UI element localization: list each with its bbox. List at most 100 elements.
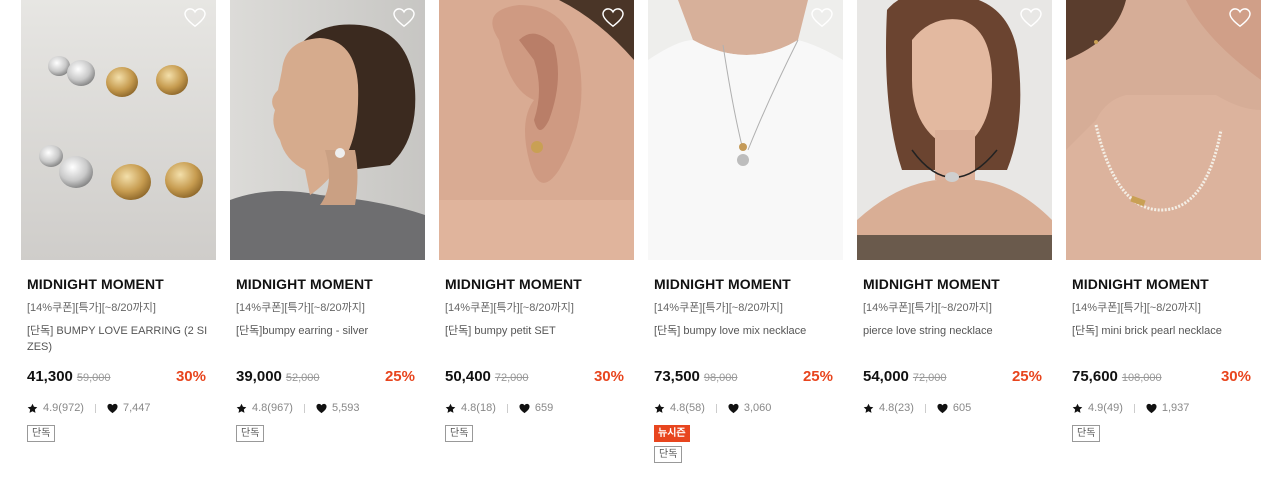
rating-text: 4.8(967)	[252, 402, 293, 414]
product-image[interactable]	[21, 0, 216, 260]
wishlist-heart-icon[interactable]	[1020, 8, 1042, 28]
badge-list: 단독	[1072, 425, 1255, 442]
rating-text: 4.8(58)	[670, 402, 705, 414]
review-meta: 4.8(967) 5,593	[236, 401, 419, 415]
star-icon	[445, 403, 456, 413]
wishlist-heart-icon[interactable]	[1229, 8, 1251, 28]
discount-rate: 25%	[1011, 368, 1042, 385]
rating-text: 4.8(18)	[461, 402, 496, 414]
original-price: 72,000	[494, 372, 529, 384]
brand-name[interactable]: MIDNIGHT MOMENT	[654, 276, 837, 292]
wishlist-heart-icon[interactable]	[602, 8, 624, 28]
product-card[interactable]: MIDNIGHT MOMENT [14%쿠폰][특가][~8/20까지] [단독…	[21, 0, 216, 463]
discount-rate: 25%	[384, 368, 415, 385]
product-image[interactable]	[648, 0, 843, 260]
wishlist-heart-icon[interactable]	[811, 8, 833, 28]
product-image[interactable]	[1066, 0, 1261, 260]
like-count: 605	[952, 402, 972, 414]
product-name[interactable]: pierce love string necklace	[863, 323, 1046, 357]
product-photo-pearl-necklace	[1066, 0, 1261, 260]
original-price: 72,000	[912, 372, 947, 384]
sale-price: 50,400	[445, 368, 491, 385]
product-photo-model-bob	[857, 0, 1052, 260]
price-row: 73,500 98,000 25%	[654, 368, 837, 388]
sale-price: 73,500	[654, 368, 700, 385]
product-photo-ear-closeup	[439, 0, 634, 260]
brand-name[interactable]: MIDNIGHT MOMENT	[236, 276, 419, 292]
promo-text: [14%쿠폰][특가][~8/20까지]	[863, 302, 992, 314]
product-image[interactable]	[439, 0, 634, 260]
like-count: 3,060	[743, 402, 772, 414]
promo-text: [14%쿠폰][특가][~8/20까지]	[654, 302, 783, 314]
product-card[interactable]: MIDNIGHT MOMENT [14%쿠폰][특가][~8/20까지] pie…	[857, 0, 1052, 463]
new-season-badge: 뉴시즌	[654, 425, 690, 442]
like-heart-icon	[1146, 403, 1157, 413]
exclusive-badge: 단독	[27, 425, 56, 442]
promo-text: [14%쿠폰][특가][~8/20까지]	[445, 302, 574, 314]
like-count: 1,937	[1161, 402, 1190, 414]
review-meta: 4.8(18) 659	[445, 401, 628, 415]
price-row: 50,400 72,000 30%	[445, 368, 628, 388]
like-heart-icon	[728, 403, 739, 413]
brand-name[interactable]: MIDNIGHT MOMENT	[445, 276, 628, 292]
product-image[interactable]	[857, 0, 1052, 260]
exclusive-badge: 단독	[236, 425, 265, 442]
star-icon	[654, 403, 665, 413]
product-card[interactable]: MIDNIGHT MOMENT [14%쿠폰][특가][~8/20까지] [단독…	[648, 0, 843, 463]
original-price: 59,000	[76, 372, 111, 384]
product-card[interactable]: MIDNIGHT MOMENT [14%쿠폰][특가][~8/20까지] [단독…	[1066, 0, 1261, 463]
rating-text: 4.9(49)	[1088, 402, 1123, 414]
badge-list: 단독	[445, 425, 628, 442]
product-photo-necklace-tshirt	[648, 0, 843, 260]
like-heart-icon	[519, 403, 530, 413]
product-grid: MIDNIGHT MOMENT [14%쿠폰][특가][~8/20까지] [단독…	[21, 0, 1261, 463]
like-heart-icon	[937, 403, 948, 413]
product-photo-earrings	[21, 0, 216, 260]
original-price: 98,000	[703, 372, 738, 384]
original-price: 108,000	[1121, 372, 1162, 384]
promo-text: [14%쿠폰][특가][~8/20까지]	[236, 302, 365, 314]
discount-rate: 30%	[175, 368, 206, 385]
exclusive-badge: 단독	[1072, 425, 1101, 442]
sale-price: 41,300	[27, 368, 73, 385]
product-photo-model-profile	[230, 0, 425, 260]
badge-list: 단독	[236, 425, 419, 442]
divider	[715, 403, 717, 413]
price-row: 41,300 59,000 30%	[27, 368, 210, 388]
product-name[interactable]: [단독] bumpy petit SET	[445, 323, 628, 357]
price-row: 54,000 72,000 25%	[863, 368, 1046, 388]
review-meta: 4.9(972) 7,447	[27, 401, 210, 415]
exclusive-badge: 단독	[445, 425, 474, 442]
review-meta: 4.8(23) 605	[863, 401, 1046, 415]
product-name[interactable]: [단독]bumpy earring - silver	[236, 323, 419, 357]
product-card[interactable]: MIDNIGHT MOMENT [14%쿠폰][특가][~8/20까지] [단독…	[230, 0, 425, 463]
star-icon	[27, 403, 38, 413]
badge-list: 뉴시즌 단독	[654, 425, 837, 463]
price-row: 75,600 108,000 30%	[1072, 368, 1255, 388]
brand-name[interactable]: MIDNIGHT MOMENT	[1072, 276, 1255, 292]
star-icon	[863, 403, 874, 413]
rating-text: 4.9(972)	[43, 402, 84, 414]
product-name[interactable]: [단독] BUMPY LOVE EARRING (2 SIZES)	[27, 323, 210, 357]
sale-price: 39,000	[236, 368, 282, 385]
discount-rate: 30%	[1220, 368, 1251, 385]
star-icon	[236, 403, 247, 413]
product-name[interactable]: [단독] mini brick pearl necklace	[1072, 323, 1255, 357]
promo-text: [14%쿠폰][특가][~8/20까지]	[1072, 302, 1201, 314]
sale-price: 54,000	[863, 368, 909, 385]
brand-name[interactable]: MIDNIGHT MOMENT	[27, 276, 210, 292]
like-count: 5,593	[331, 402, 360, 414]
brand-name[interactable]: MIDNIGHT MOMENT	[863, 276, 1046, 292]
divider	[1133, 403, 1135, 413]
divider	[94, 403, 96, 413]
product-image[interactable]	[230, 0, 425, 260]
product-name[interactable]: [단독] bumpy love mix necklace	[654, 323, 837, 357]
product-card[interactable]: MIDNIGHT MOMENT [14%쿠폰][특가][~8/20까지] [단독…	[439, 0, 634, 463]
star-icon	[1072, 403, 1083, 413]
wishlist-heart-icon[interactable]	[393, 8, 415, 28]
review-meta: 4.9(49) 1,937	[1072, 401, 1255, 415]
rating-text: 4.8(23)	[879, 402, 914, 414]
discount-rate: 30%	[593, 368, 624, 385]
wishlist-heart-icon[interactable]	[184, 8, 206, 28]
discount-rate: 25%	[802, 368, 833, 385]
